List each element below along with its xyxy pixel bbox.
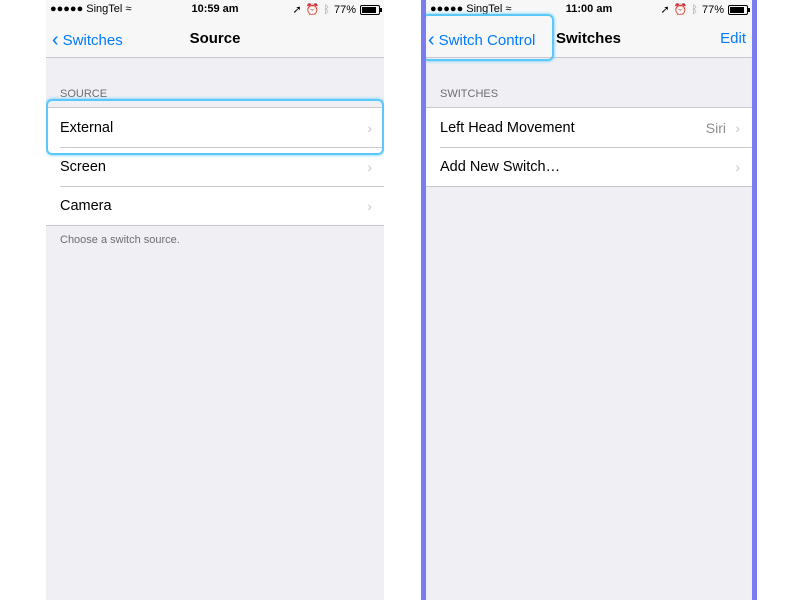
section-header: SWITCHES (440, 88, 499, 100)
alarm-icon: ⏰ (305, 4, 320, 16)
page-title: Switches (556, 30, 622, 47)
section-footer: Choose a switch source. (60, 234, 180, 246)
status-bar: ●●●●● SingTel ≈ 11:00 am ➚ ⏰ ᛒ 77% (426, 0, 752, 20)
list-item-screen[interactable]: Screen › (46, 147, 384, 186)
bluetooth-icon: ᛒ (323, 3, 330, 16)
list-item-camera[interactable]: Camera › (46, 186, 384, 225)
chevron-right-icon: › (367, 158, 372, 175)
section-header: SOURCE (60, 88, 108, 100)
location-icon: ➚ (660, 4, 670, 16)
battery-icon (728, 4, 750, 15)
row-detail: Siri (705, 119, 726, 136)
chevron-right-icon: › (367, 197, 372, 214)
status-bar: ●●●●● SingTel ≈ 10:59 am ➚ ⏰ ᛒ 77% (46, 0, 384, 20)
location-icon: ➚ (292, 4, 302, 16)
edit-button[interactable]: Edit (720, 30, 746, 47)
chevron-right-icon: › (367, 119, 372, 136)
bluetooth-icon: ᛒ (691, 3, 698, 16)
source-list: External › Screen › Camera › (46, 107, 384, 226)
chevron-right-icon: › (735, 119, 740, 136)
chevron-right-icon: › (735, 158, 740, 175)
nav-bar: ‹ Switches Source (46, 20, 384, 58)
battery-icon (360, 4, 382, 15)
list-item-external[interactable]: External › (46, 108, 384, 147)
back-button[interactable]: ‹ Switch Control (428, 29, 535, 52)
battery-percent: 77% (701, 3, 724, 16)
scan-border-right (752, 0, 757, 600)
battery-percent: 77% (333, 3, 356, 16)
switches-screen: ●●●●● SingTel ≈ 11:00 am ➚ ⏰ ᛒ 77% ‹ Swi… (426, 0, 752, 600)
switches-list: Left Head Movement Siri › Add New Switch… › (426, 107, 752, 187)
chevron-left-icon: ‹ (428, 29, 435, 51)
list-item-left-head-movement[interactable]: Left Head Movement Siri › (426, 108, 752, 147)
list-item-add-new-switch[interactable]: Add New Switch… › (426, 147, 752, 186)
source-screen: ●●●●● SingTel ≈ 10:59 am ➚ ⏰ ᛒ 77% ‹ Swi… (46, 0, 384, 600)
nav-bar: ‹ Switch Control Switches Edit (426, 20, 752, 58)
page-title: Source (189, 30, 241, 47)
alarm-icon: ⏰ (673, 4, 688, 16)
